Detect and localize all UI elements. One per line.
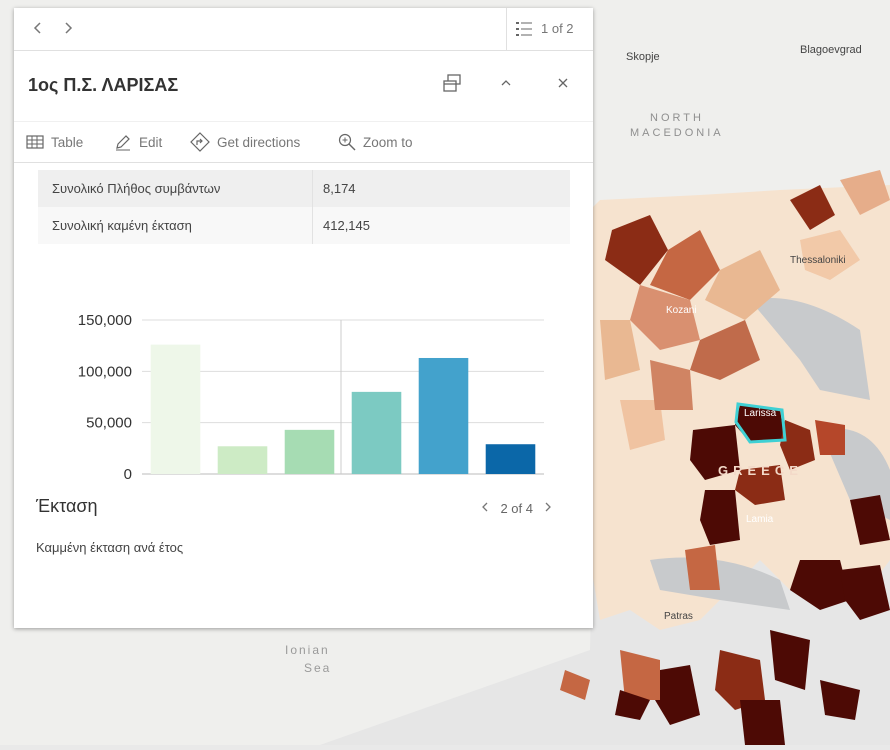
next-chart-button[interactable] — [543, 501, 553, 516]
close-button[interactable] — [551, 73, 575, 97]
bar[interactable] — [284, 429, 335, 474]
popup-title: 1ος Π.Σ. ΛΑΡΙΣΑΣ — [28, 75, 179, 95]
chevron-right-icon — [65, 22, 73, 34]
chart-page-indicator: 2 of 4 — [500, 501, 533, 516]
zoom-to-label: Zoom to — [363, 134, 413, 150]
y-tick-label: 100,000 — [78, 363, 132, 380]
popup-navigation-bar: 1 of 2 — [14, 8, 593, 51]
zoom-to-action[interactable]: Zoom to — [338, 131, 413, 153]
directions-icon — [190, 132, 210, 152]
bar[interactable] — [351, 391, 402, 474]
table-action-label: Table — [51, 134, 84, 150]
collapse-button[interactable] — [494, 73, 518, 97]
map-cell — [740, 700, 785, 745]
table-icon — [26, 135, 44, 149]
map-label-larissa: Larissa — [744, 408, 777, 419]
table-row: Συνολικό Πλήθος συμβάντων 8,174 — [38, 170, 570, 207]
edit-action[interactable]: Edit — [114, 131, 162, 153]
list-icon — [516, 22, 532, 36]
chevron-up-icon — [501, 80, 511, 86]
map-label-greece: GREECE — [718, 463, 803, 478]
y-tick-label: 150,000 — [78, 312, 132, 329]
bar[interactable] — [217, 446, 268, 474]
chart-title: Έκταση — [36, 496, 98, 516]
bar[interactable] — [418, 357, 469, 474]
popup-header: 1ος Π.Σ. ΛΑΡΙΣΑΣ — [14, 51, 593, 122]
map-label-kozani: Kozani — [666, 305, 697, 316]
map-label-macedonia: MACEDONIA — [630, 127, 724, 139]
chevron-left-icon — [482, 502, 488, 512]
bar[interactable] — [150, 344, 201, 474]
previous-chart-button[interactable] — [480, 501, 490, 516]
feature-list-button[interactable]: 1 of 2 — [506, 8, 593, 50]
popup-actions: Table Edit Get directions Zoom to — [14, 122, 593, 163]
map-cell — [815, 420, 845, 455]
map-label-north: NORTH — [650, 112, 704, 124]
get-directions-label: Get directions — [217, 134, 301, 150]
edit-icon — [116, 135, 130, 151]
map-label-patras: Patras — [664, 611, 693, 622]
map-label-ionian: Ionian — [285, 643, 330, 657]
previous-feature-button[interactable] — [28, 18, 48, 38]
bar-chart[interactable]: 0 50,000 100,000 150,000 — [14, 298, 593, 498]
table-action[interactable]: Table — [26, 131, 83, 153]
bar[interactable] — [485, 444, 536, 474]
chart-pager: 2 of 4 — [480, 501, 553, 516]
field-value: 8,174 — [323, 181, 356, 196]
map-label-sea: Sea — [304, 661, 332, 675]
field-value: 412,145 — [323, 218, 370, 233]
field-name: Συνολική καμένη έκταση — [38, 207, 313, 244]
map-label-blagoevgrad: Blagoevgrad — [800, 44, 862, 56]
y-tick-label: 0 — [124, 466, 132, 483]
feature-count: 1 of 2 — [541, 21, 574, 36]
map-label-thessaloniki: Thessaloniki — [790, 255, 846, 266]
close-icon — [558, 78, 568, 88]
feature-popup: 1 of 2 1ος Π.Σ. ΛΑΡΙΣΑΣ Table Edit Get d… — [14, 8, 593, 628]
map-label-lamia: Lamia — [746, 514, 774, 525]
dock-button[interactable] — [440, 73, 464, 97]
map-label-skopje: Skopje — [626, 51, 660, 63]
chevron-right-icon — [545, 502, 551, 512]
dock-icon — [443, 74, 461, 92]
table-row: Συνολική καμένη έκταση 412,145 — [38, 207, 570, 244]
map-cell — [685, 545, 720, 590]
fields-table: Συνολικό Πλήθος συμβάντων 8,174 Συνολική… — [38, 170, 570, 244]
chevron-left-icon — [33, 22, 41, 34]
chart-description: Καμμένη έκταση ανά έτος — [36, 540, 184, 555]
y-tick-label: 50,000 — [86, 415, 132, 432]
zoom-in-icon — [338, 133, 356, 151]
edit-action-label: Edit — [139, 134, 163, 150]
get-directions-action[interactable]: Get directions — [190, 131, 300, 153]
field-name: Συνολικό Πλήθος συμβάντων — [38, 170, 313, 207]
next-feature-button[interactable] — [58, 18, 78, 38]
